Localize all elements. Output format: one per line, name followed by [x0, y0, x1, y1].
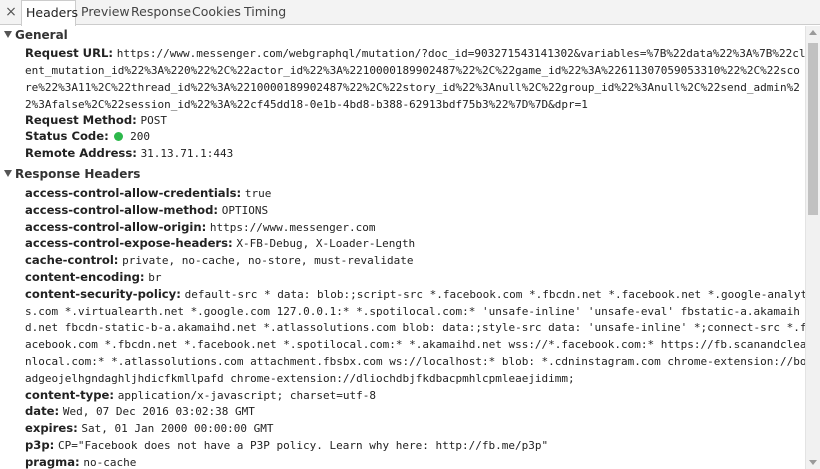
- response-header-row: p3p: CP="Facebook does not have a P3P po…: [25, 437, 803, 454]
- response-header-row: content-type: application/x-javascript; …: [25, 387, 803, 404]
- expand-triangle-icon: [4, 170, 12, 177]
- header-value: acebook.com *.fbcdn.net *.facebook.net *…: [25, 338, 805, 351]
- response-header-continuation: d.net fbcdn-static-b-a.akamaihd.net *.at…: [25, 319, 805, 336]
- status-code-value: 200: [130, 130, 150, 143]
- close-icon[interactable]: ×: [4, 3, 18, 21]
- remote-address-row: Remote Address: 31.13.71.1:443: [25, 145, 803, 162]
- header-value: Sat, 01 Jan 2000 00:00:00 GMT: [81, 422, 274, 435]
- header-name: content-type:: [25, 388, 115, 402]
- expand-triangle-icon: [4, 31, 12, 38]
- header-value: s.com *.virtualearth.net *.google.com 12…: [25, 305, 800, 318]
- header-name: date:: [25, 404, 60, 418]
- header-value: private, no-cache, no-store, must-revali…: [122, 254, 414, 267]
- response-header-row: expires: Sat, 01 Jan 2000 00:00:00 GMT: [25, 420, 803, 437]
- request-url-label: Request URL:: [25, 46, 114, 60]
- general-section-title: General: [15, 28, 68, 42]
- header-name: expires:: [25, 421, 78, 435]
- header-value: nlocal.com:* *.atlassolutions.com attach…: [25, 355, 805, 368]
- general-section-toggle[interactable]: General: [4, 27, 68, 44]
- response-header-continuation: s.com *.virtualearth.net *.google.com 12…: [25, 303, 803, 320]
- scroll-up-arrow-icon[interactable]: [809, 30, 817, 35]
- response-header-row: access-control-allow-origin: https://www…: [25, 219, 803, 236]
- devtools-tab-bar: × Headers Preview Response Cookies Timin…: [0, 0, 820, 26]
- request-method-label: Request Method:: [25, 113, 137, 127]
- response-headers-section-toggle[interactable]: Response Headers: [4, 166, 140, 183]
- remote-address-label: Remote Address:: [25, 146, 137, 160]
- header-name: access-control-expose-headers:: [25, 236, 233, 250]
- header-value: X-FB-Debug, X-Loader-Length: [236, 237, 416, 250]
- header-value: br: [148, 271, 162, 284]
- tab-timing[interactable]: Timing: [240, 0, 288, 25]
- response-header-row: pragma: no-cache: [25, 454, 803, 469]
- header-value: no-cache: [83, 456, 137, 469]
- response-header-row: access-control-allow-method: OPTIONS: [25, 202, 803, 219]
- request-method-value: POST: [140, 114, 167, 127]
- scrollbar-thumb[interactable]: [808, 43, 818, 215]
- tab-response[interactable]: Response: [127, 0, 191, 25]
- header-name: access-control-allow-credentials:: [25, 186, 242, 200]
- tab-preview[interactable]: Preview: [77, 0, 130, 25]
- scroll-down-arrow-icon[interactable]: [809, 460, 817, 465]
- response-header-row: cache-control: private, no-cache, no-sto…: [25, 252, 803, 269]
- request-url-line-1: https://www.messenger.com/webgraphql/mut…: [116, 47, 805, 60]
- header-name: content-security-policy:: [25, 287, 181, 301]
- request-url-line-3: re%22%3A11%2C%22thread_id%22%3A%22100001…: [25, 81, 800, 94]
- response-header-row: content-security-policy: default-src * d…: [25, 286, 805, 303]
- header-value: default-src * data: blob:;script-src *.f…: [184, 288, 805, 301]
- header-value: OPTIONS: [221, 204, 269, 217]
- response-header-row: date: Wed, 07 Dec 2016 03:02:38 GMT: [25, 403, 803, 420]
- header-value: d.net fbcdn-static-b-a.akamaihd.net *.at…: [25, 321, 805, 334]
- header-value: adgeojelhgndaghljhdicfkmllpafd chrome-ex…: [25, 372, 575, 385]
- header-name: access-control-allow-origin:: [25, 220, 207, 234]
- status-code-row: Status Code: 200: [25, 128, 803, 145]
- header-value: application/x-javascript; charset=utf-8: [117, 389, 376, 402]
- response-header-row: content-encoding: br: [25, 269, 803, 286]
- response-header-continuation: nlocal.com:* *.atlassolutions.com attach…: [25, 353, 805, 370]
- request-url-line-4: 2%3Afalse%2C%22session_id%22%3A%22cf45dd…: [25, 98, 588, 111]
- status-code-label: Status Code:: [25, 129, 109, 143]
- request-url-row: Request URL: https://www.messenger.com/w…: [25, 45, 805, 62]
- tab-headers[interactable]: Headers: [21, 0, 78, 26]
- header-name: pragma:: [25, 455, 80, 469]
- headers-panel: General Request URL: https://www.messeng…: [0, 26, 805, 469]
- header-name: p3p:: [25, 438, 55, 452]
- header-value: https://www.messenger.com: [209, 221, 376, 234]
- response-header-row: access-control-expose-headers: X-FB-Debu…: [25, 235, 803, 252]
- response-header-continuation: acebook.com *.fbcdn.net *.facebook.net *…: [25, 336, 805, 353]
- tab-cookies[interactable]: Cookies: [188, 0, 241, 25]
- header-name: access-control-allow-method:: [25, 203, 219, 217]
- request-url-line-2: ent_mutation_id%22%3A%220%22%2C%22actor_…: [25, 64, 800, 77]
- header-name: cache-control:: [25, 253, 119, 267]
- remote-address-value: 31.13.71.1:443: [140, 147, 234, 160]
- status-ok-icon: [114, 132, 124, 141]
- response-header-row: access-control-allow-credentials: true: [25, 185, 803, 202]
- response-header-continuation: adgeojelhgndaghljhdicfkmllpafd chrome-ex…: [25, 370, 803, 387]
- header-value: CP="Facebook does not have a P3P policy.…: [58, 439, 549, 452]
- header-name: content-encoding:: [25, 270, 145, 284]
- header-value: Wed, 07 Dec 2016 03:02:38 GMT: [62, 405, 255, 418]
- response-headers-section-title: Response Headers: [15, 167, 141, 181]
- header-value: true: [244, 187, 272, 200]
- vertical-scrollbar[interactable]: [805, 26, 820, 469]
- request-method-row: Request Method: POST: [25, 112, 803, 129]
